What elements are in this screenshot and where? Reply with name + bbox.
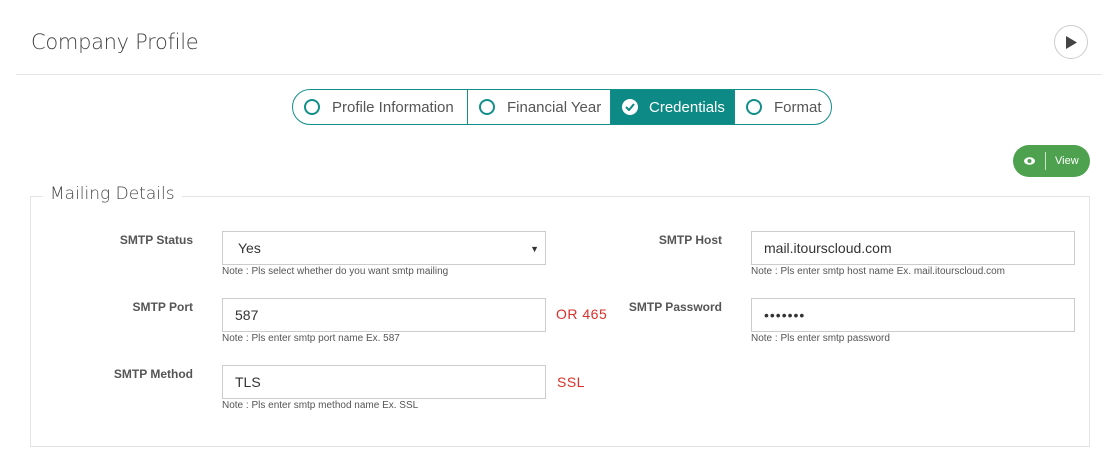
wizard-tabs: Profile Information Financial Year Crede…: [292, 89, 832, 125]
smtp-method-label: SMTP Method: [113, 367, 193, 381]
radio-icon: [746, 99, 762, 115]
tab-financial-year[interactable]: Financial Year: [468, 90, 611, 124]
play-icon: [1066, 35, 1077, 49]
smtp-port-alternative: OR 465: [556, 306, 608, 322]
smtp-host-input[interactable]: mail.itourscloud.com: [751, 231, 1075, 265]
eye-icon: [1024, 157, 1035, 165]
radio-icon: [479, 99, 495, 115]
smtp-password-note: Note : Pls enter smtp password: [751, 333, 890, 344]
smtp-status-note: Note : Pls select whether do you want sm…: [222, 266, 449, 277]
tab-credentials[interactable]: Credentials: [611, 90, 735, 124]
header-divider: [16, 74, 1102, 75]
radio-icon: [304, 99, 320, 115]
smtp-host-label: SMTP Host: [658, 233, 722, 247]
dropdown-caret-icon: ▼: [530, 244, 539, 254]
view-button[interactable]: View: [1013, 145, 1090, 177]
view-button-label: View: [1055, 155, 1079, 167]
smtp-method-input[interactable]: TLS: [222, 365, 546, 399]
tab-label: Credentials: [649, 98, 725, 116]
smtp-port-label: SMTP Port: [132, 300, 193, 314]
smtp-password-value: •••••••: [764, 307, 806, 323]
smtp-method-alternative: SSL: [557, 374, 585, 390]
tab-format[interactable]: Format: [735, 90, 831, 124]
play-button[interactable]: [1054, 25, 1088, 59]
smtp-method-value: TLS: [235, 374, 261, 390]
check-circle-icon: [622, 99, 638, 115]
page-title: Company Profile: [31, 30, 199, 54]
smtp-port-value: 587: [235, 307, 259, 323]
smtp-host-note: Note : Pls enter smtp host name Ex. mail…: [751, 266, 1005, 277]
smtp-method-note: Note : Pls enter smtp method name Ex. SS…: [222, 400, 419, 411]
smtp-status-label: SMTP Status: [119, 233, 193, 247]
tab-label: Format: [774, 98, 822, 116]
smtp-status-select[interactable]: Yes ▼: [222, 231, 546, 265]
smtp-port-note: Note : Pls enter smtp port name Ex. 587: [222, 333, 400, 344]
button-separator: [1045, 152, 1046, 170]
tab-label: Financial Year: [507, 98, 602, 116]
tab-profile-information[interactable]: Profile Information: [293, 90, 468, 124]
smtp-password-label: SMTP Password: [628, 300, 722, 314]
smtp-host-value: mail.itourscloud.com: [764, 240, 892, 256]
tab-label: Profile Information: [332, 98, 454, 116]
section-legend: Mailing Details: [43, 184, 182, 204]
smtp-port-input[interactable]: 587: [222, 298, 546, 332]
smtp-status-value: Yes: [238, 240, 261, 256]
smtp-password-input[interactable]: •••••••: [751, 298, 1075, 332]
